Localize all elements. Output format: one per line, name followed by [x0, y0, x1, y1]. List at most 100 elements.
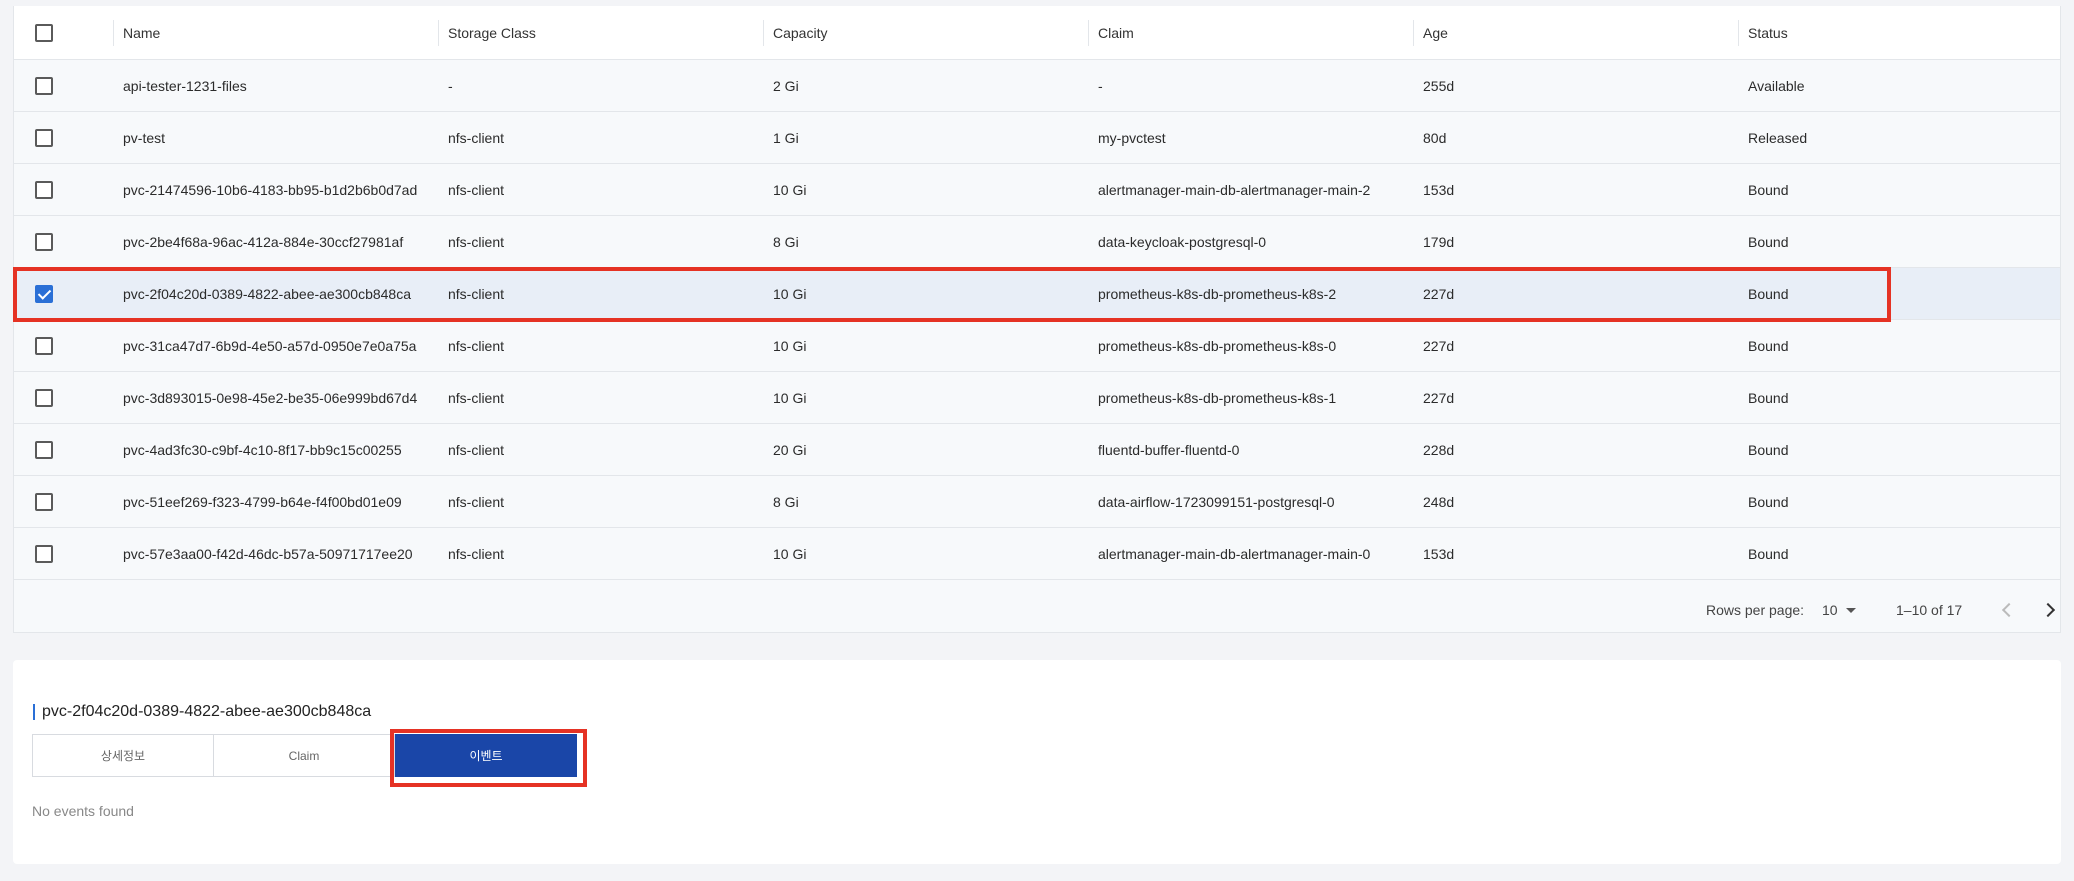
cell-status: Bound: [1748, 441, 1789, 458]
cell-status: Bound: [1748, 285, 1789, 302]
cell-name: pvc-4ad3fc30-c9bf-4c10-8f17-bb9c15c00255: [123, 441, 402, 458]
tab-claim[interactable]: Claim: [213, 734, 395, 777]
cell-age: 227d: [1423, 389, 1455, 406]
cell-claim: data-airflow-1723099151-postgresql-0: [1098, 493, 1335, 510]
cell-age: 227d: [1423, 285, 1455, 302]
table-row[interactable]: pv-test nfs-client 1 Gi my-pvctest 80d Releas…: [14, 112, 2060, 164]
pagination: Rows per page: 10 1–10 of 17: [14, 588, 2060, 632]
cell-claim: prometheus-k8s-db-prometheus-k8s-1: [1098, 389, 1337, 406]
cell-claim: -: [1098, 77, 1103, 94]
row-checkbox[interactable]: [35, 492, 53, 511]
cell-status: Released: [1748, 129, 1808, 146]
table-row[interactable]: pvc-57e3aa00-f42d-46dc-b57a-50971717ee20…: [14, 528, 2060, 580]
column-divider: [1413, 20, 1414, 46]
row-checkbox[interactable]: [35, 76, 53, 95]
cell-capacity: 8 Gi: [773, 233, 799, 250]
cell-name: api-tester-1231-files: [123, 77, 247, 94]
table-row[interactable]: pvc-51eef269-f323-4799-b64e-f4f00bd01e09…: [14, 476, 2060, 528]
cell-name: pvc-2be4f68a-96ac-412a-884e-30ccf27981af: [123, 233, 404, 250]
cell-status: Bound: [1748, 233, 1789, 250]
cell-capacity: 10 Gi: [773, 337, 807, 354]
detail-title-text: pvc-2f04c20d-0389-4822-abee-ae300cb848ca: [42, 703, 372, 720]
select-all-checkbox[interactable]: [35, 23, 53, 42]
rows-per-page-value: 10: [1822, 602, 1838, 618]
tab-events[interactable]: 이벤트: [395, 734, 577, 777]
cell-storage-class: nfs-client: [448, 337, 505, 354]
cell-claim: fluentd-buffer-fluentd-0: [1098, 441, 1240, 458]
cell-storage-class: nfs-client: [448, 493, 505, 510]
cell-capacity: 8 Gi: [773, 493, 799, 510]
column-header-capacity[interactable]: Capacity: [773, 6, 827, 59]
cell-storage-class: nfs-client: [448, 129, 505, 146]
column-divider: [113, 20, 114, 46]
detail-title: pvc-2f04c20d-0389-4822-abee-ae300cb848ca: [33, 702, 371, 722]
table-row[interactable]: pvc-2be4f68a-96ac-412a-884e-30ccf27981af…: [14, 216, 2060, 268]
rows-per-page-select[interactable]: 10: [1822, 588, 1856, 632]
chevron-left-icon: [2001, 602, 2017, 618]
cell-storage-class: nfs-client: [448, 233, 505, 250]
cell-storage-class: nfs-client: [448, 441, 505, 458]
cell-name: pvc-21474596-10b6-4183-bb95-b1d2b6b0d7ad: [123, 181, 418, 198]
row-checkbox[interactable]: [35, 336, 53, 355]
row-checkbox[interactable]: [35, 388, 53, 407]
cell-age: 255d: [1423, 77, 1455, 94]
table-row[interactable]: pvc-31ca47d7-6b9d-4e50-a57d-0950e7e0a75a…: [14, 320, 2060, 372]
cell-status: Bound: [1748, 181, 1789, 198]
table-row[interactable]: pvc-3d893015-0e98-45e2-be35-06e999bd67d4…: [14, 372, 2060, 424]
cell-status: Bound: [1748, 337, 1789, 354]
previous-page-button[interactable]: [1999, 588, 2019, 632]
title-accent-bar: [33, 704, 35, 720]
column-divider: [1738, 20, 1739, 46]
table-row[interactable]: pvc-2f04c20d-0389-4822-abee-ae300cb848ca…: [14, 268, 2060, 320]
column-header-name[interactable]: Name: [123, 6, 160, 59]
table-row[interactable]: api-tester-1231-files - 2 Gi - 255d Available: [14, 60, 2060, 112]
cell-name: pvc-31ca47d7-6b9d-4e50-a57d-0950e7e0a75a: [123, 337, 417, 354]
cell-storage-class: nfs-client: [448, 389, 505, 406]
cell-capacity: 1 Gi: [773, 129, 799, 146]
chevron-right-icon: [2040, 602, 2056, 618]
row-checkbox[interactable]: [35, 284, 53, 303]
detail-panel: pvc-2f04c20d-0389-4822-abee-ae300cb848ca…: [13, 660, 2061, 864]
cell-claim: prometheus-k8s-db-prometheus-k8s-2: [1098, 285, 1337, 302]
column-divider: [438, 20, 439, 46]
cell-age: 80d: [1423, 129, 1447, 146]
cell-capacity: 10 Gi: [773, 285, 807, 302]
cell-age: 179d: [1423, 233, 1455, 250]
rows-per-page-label: Rows per page:: [1706, 602, 1805, 618]
empty-events-message: No events found: [32, 803, 134, 819]
cell-capacity: 10 Gi: [773, 389, 807, 406]
table-row[interactable]: pvc-21474596-10b6-4183-bb95-b1d2b6b0d7ad…: [14, 164, 2060, 216]
cell-name: pvc-3d893015-0e98-45e2-be35-06e999bd67d4: [123, 389, 418, 406]
cell-capacity: 10 Gi: [773, 181, 807, 198]
table-row[interactable]: pvc-4ad3fc30-c9bf-4c10-8f17-bb9c15c00255…: [14, 424, 2060, 476]
cell-storage-class: nfs-client: [448, 285, 505, 302]
row-checkbox[interactable]: [35, 232, 53, 251]
row-checkbox[interactable]: [35, 128, 53, 147]
column-header-status[interactable]: Status: [1748, 6, 1788, 59]
column-header-age[interactable]: Age: [1423, 6, 1448, 59]
cell-status: Bound: [1748, 545, 1789, 562]
column-divider: [1088, 20, 1089, 46]
cell-capacity: 2 Gi: [773, 77, 799, 94]
cell-claim: alertmanager-main-db-alertmanager-main-2: [1098, 181, 1371, 198]
cell-claim: prometheus-k8s-db-prometheus-k8s-0: [1098, 337, 1337, 354]
cell-age: 248d: [1423, 493, 1455, 510]
cell-name: pv-test: [123, 129, 166, 146]
cell-claim: my-pvctest: [1098, 129, 1166, 146]
row-checkbox[interactable]: [35, 180, 53, 199]
cell-name: pvc-57e3aa00-f42d-46dc-b57a-50971717ee20: [123, 545, 413, 562]
pv-table: Name Storage Class Capacity Claim Age St…: [13, 6, 2061, 633]
tab-details[interactable]: 상세정보: [32, 734, 214, 777]
column-header-claim[interactable]: Claim: [1098, 6, 1134, 59]
cell-claim: data-keycloak-postgresql-0: [1098, 233, 1267, 250]
cell-capacity: 20 Gi: [773, 441, 807, 458]
caret-down-icon: [1845, 607, 1856, 613]
next-page-button[interactable]: [2038, 588, 2058, 632]
row-checkbox[interactable]: [35, 544, 53, 563]
row-checkbox[interactable]: [35, 440, 53, 459]
column-header-storage-class[interactable]: Storage Class: [448, 6, 536, 59]
cell-capacity: 10 Gi: [773, 545, 807, 562]
cell-age: 153d: [1423, 181, 1455, 198]
cell-storage-class: nfs-client: [448, 545, 505, 562]
cell-name: pvc-51eef269-f323-4799-b64e-f4f00bd01e09: [123, 493, 402, 510]
